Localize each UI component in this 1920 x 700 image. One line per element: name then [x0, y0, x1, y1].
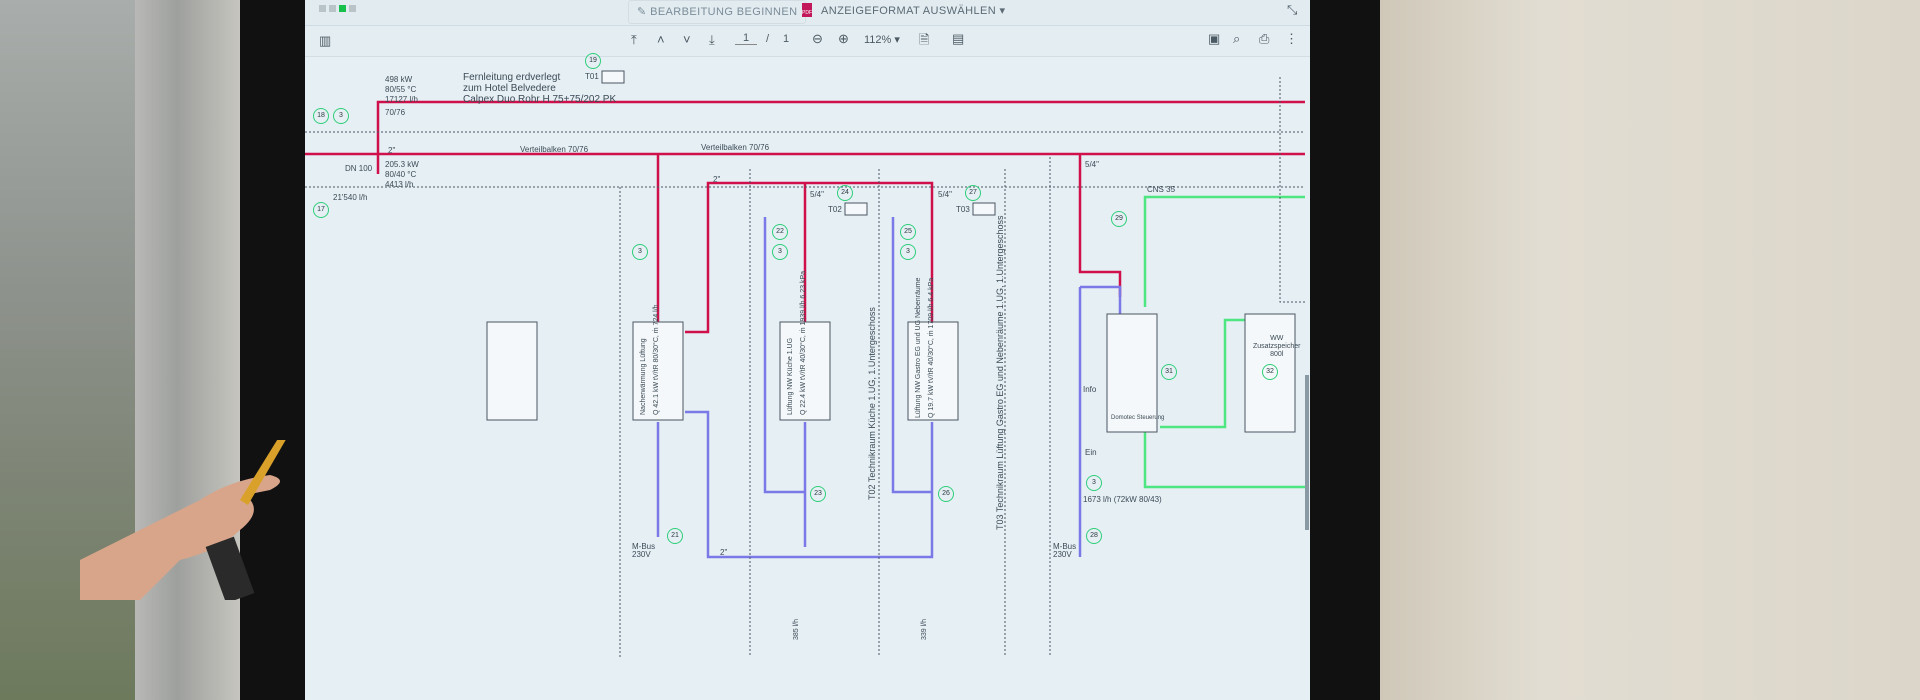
- room-label: T03 Technikraum Lüftung Gastro EG und Ne…: [995, 215, 1005, 531]
- hand-with-pen: [80, 440, 286, 600]
- size-label: 5/4": [1085, 160, 1099, 169]
- first-page-icon[interactable]: ⤒: [631, 32, 637, 48]
- supply-pipe: [685, 181, 934, 334]
- page-total: 1: [783, 33, 790, 45]
- window-indicator: [319, 5, 326, 12]
- more-options-icon[interactable]: ⋮: [1285, 31, 1298, 47]
- storage-label: WW Zusatzspeicher 800l: [1253, 335, 1301, 358]
- schematic-drawing: [305, 70, 1305, 657]
- search-icon[interactable]: ⌕: [1233, 31, 1240, 47]
- cns-label: CNS 35: [1147, 185, 1176, 194]
- badge: 19: [585, 53, 601, 69]
- document-properties-icon[interactable]: 🗎: [919, 31, 929, 53]
- badge: 24: [837, 185, 853, 201]
- flow-label: 385 l/h: [793, 618, 800, 640]
- badge: 3: [333, 108, 349, 124]
- badge: 17: [313, 202, 329, 218]
- sensor-box: [844, 202, 868, 216]
- window-indicator-active: [339, 5, 346, 12]
- previous-page-icon[interactable]: ˄: [657, 32, 665, 47]
- mbus-label: M-Bus 230V: [1053, 542, 1077, 559]
- branch-size: 2": [388, 146, 396, 155]
- wall: [1380, 0, 1920, 700]
- display-format-dropdown[interactable]: ANZEIGEFORMAT AUSWÄHLEN ▾: [821, 0, 1005, 22]
- monitor-screen: ✎ BEARBEITUNG BEGINNEN PDF ANZEIGEFORMAT…: [305, 0, 1310, 700]
- badge: 23: [810, 486, 826, 502]
- unit-label: Lüftung NW Küche 1.UG: [787, 337, 794, 415]
- size-label: 2": [713, 175, 721, 184]
- badge: 29: [1111, 211, 1127, 227]
- manifold-label: Verteilbalken 70/76: [520, 145, 589, 154]
- edit-icon: ✎: [637, 6, 651, 18]
- badge: 22: [772, 224, 788, 240]
- pdf-icon: PDF: [802, 3, 812, 17]
- mbus-label: M-Bus 230V: [632, 542, 656, 559]
- vertical-scrollbar[interactable]: [1305, 375, 1309, 530]
- badge: 3: [632, 244, 648, 260]
- panel-icon[interactable]: ▣: [1208, 31, 1220, 47]
- ein-label: Ein: [1085, 448, 1097, 457]
- next-page-icon[interactable]: ˅: [683, 32, 691, 47]
- zoom-level-dropdown[interactable]: 112% ▾: [864, 33, 900, 46]
- size-label: 5/4": [810, 190, 824, 199]
- chevron-down-icon: ▾: [999, 5, 1006, 17]
- sensor-box: [972, 202, 996, 216]
- branch-info: 205.3 kW 80/40 °C 4413 l/h: [385, 160, 419, 189]
- badge: 18: [313, 108, 329, 124]
- unit-label: Lüftung NW Gastro EG und UG Nebenräume: [915, 277, 922, 418]
- manifold-label: Verteilbalken 70/76: [701, 143, 770, 152]
- info-label: Info: [1083, 385, 1097, 394]
- badge: 28: [1086, 528, 1102, 544]
- unit-spec: Q 22.4 kW tV/tR 40/30°C, ṁ 1939 l/h 6.23…: [800, 270, 807, 415]
- window-indicator: [349, 5, 356, 12]
- last-page-icon[interactable]: ⤓: [709, 32, 715, 48]
- badge: 25: [900, 224, 916, 240]
- comment-icon[interactable]: ▤: [952, 31, 964, 47]
- domotec-label: Domotec Steuerung: [1111, 415, 1165, 421]
- flow-label: 1673 l/h (72kW 80/43): [1083, 495, 1162, 504]
- badge: 3: [900, 244, 916, 260]
- fullscreen-exit-icon[interactable]: ⤡: [1287, 2, 1297, 18]
- flow-label: 339 l/h: [921, 618, 928, 640]
- badge: 26: [938, 486, 954, 502]
- badge: 3: [772, 244, 788, 260]
- sidebar-toggle-icon[interactable]: ▥: [319, 33, 331, 49]
- unit-spec: Q 42.1 kW tV/tR 80/30°C, ṁ 724 l/h: [653, 304, 660, 415]
- top-toolbar: ✎ BEARBEITUNG BEGINNEN PDF ANZEIGEFORMAT…: [305, 0, 1310, 26]
- window-indicator: [329, 5, 336, 12]
- badge: 27: [965, 185, 981, 201]
- supply-pipe: [376, 100, 1305, 174]
- room-label: T02 Technikraum Küche 1.UG, 1.Untergesch…: [867, 307, 877, 500]
- page-separator: /: [766, 33, 770, 45]
- page-number-input[interactable]: 1: [735, 32, 757, 45]
- feed-info: 498 kW 80/55 °C 17127 l/h 70/76: [385, 75, 418, 117]
- zoom-out-icon[interactable]: ⊖: [812, 31, 823, 47]
- badge: 32: [1262, 364, 1278, 380]
- badge: 21: [667, 528, 683, 544]
- dn-label: DN 100: [345, 164, 373, 173]
- sensor-label: T01: [585, 72, 599, 81]
- size-label: 2": [720, 548, 728, 557]
- unit-spec: Q 19.7 kW tV/tR 40/30°C, ṁ 1709 l/h 6.4 …: [928, 277, 935, 418]
- sensor-label: T02: [828, 205, 842, 214]
- badge: 31: [1161, 364, 1177, 380]
- zoom-in-icon[interactable]: ⊕: [838, 31, 849, 47]
- edit-button[interactable]: ✎ BEARBEITUNG BEGINNEN: [628, 0, 807, 24]
- flow-label: 21'540 l/h: [333, 193, 368, 202]
- sensor-label: T03: [956, 205, 970, 214]
- unit-label: Nacherwärmung Lüftung: [640, 338, 647, 415]
- badge: 3: [1086, 475, 1102, 491]
- empty-box: [486, 321, 538, 421]
- pdf-toolbar: ▥ ⤒ ˄ ˅ ⤓ 1 / 1 ⊖ ⊕ 112% ▾ 🗎 ▤ ▣ ⌕ ⎙ ⋮: [305, 26, 1310, 57]
- size-label: 5/4": [938, 190, 952, 199]
- print-icon[interactable]: ⎙: [1259, 31, 1269, 47]
